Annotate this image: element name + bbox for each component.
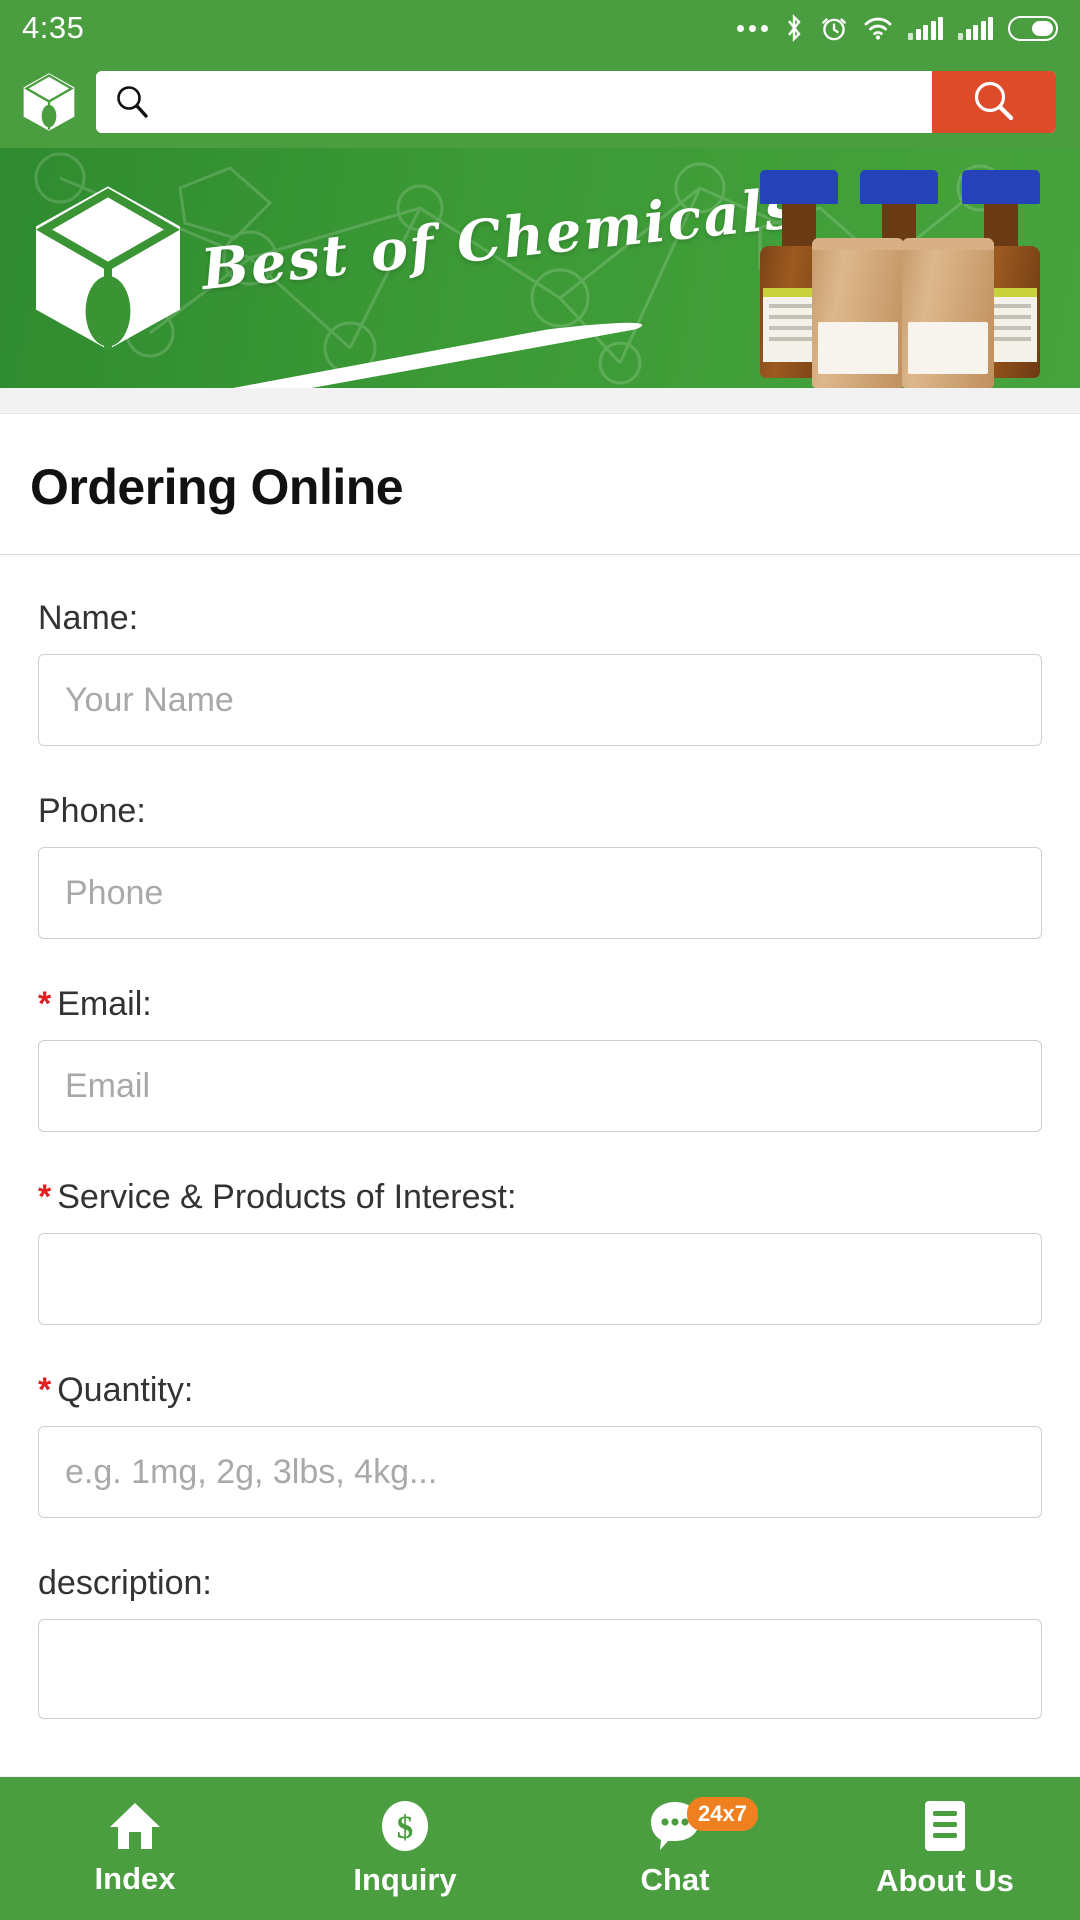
cube-droplet-logo [35, 186, 181, 350]
field-quantity: * Quantity: [38, 1371, 1042, 1518]
field-email: * Email: [38, 985, 1042, 1132]
search-bar[interactable] [96, 71, 1056, 133]
field-service-products: * Service & Products of Interest: [38, 1178, 1042, 1325]
field-phone: Phone: [38, 792, 1042, 939]
tab-chat[interactable]: 24x7 Chat [540, 1777, 810, 1920]
status-time: 4:35 [22, 10, 85, 45]
status-bar: 4:35 [0, 0, 1080, 56]
dollar-circle-icon: $ [382, 1800, 428, 1851]
label-phone: Phone: [38, 792, 146, 830]
tab-label: Inquiry [353, 1861, 457, 1897]
email-input[interactable] [38, 1040, 1042, 1132]
tab-inquiry[interactable]: $ Inquiry [270, 1777, 540, 1920]
description-input[interactable] [38, 1619, 1042, 1719]
app-screen: 4:35 Best of Chemicals Ordering Online N… [0, 0, 1080, 1920]
tab-about-us[interactable]: About Us [810, 1777, 1080, 1920]
field-name: Name: [38, 599, 1042, 746]
cube-droplet-logo[interactable] [18, 71, 80, 133]
tab-index[interactable]: Index [0, 1777, 270, 1920]
tab-label: Chat [640, 1861, 710, 1897]
tab-label: Index [94, 1860, 176, 1896]
signal-sim2-icon [958, 16, 993, 40]
quantity-input[interactable] [38, 1426, 1042, 1518]
signal-sim1-icon [908, 16, 943, 40]
search-button[interactable] [932, 71, 1056, 133]
battery-icon [1008, 15, 1058, 41]
bottom-navigation: Index $ Inquiry 24x7 Chat About Us [0, 1776, 1080, 1920]
app-header [0, 56, 1080, 148]
required-marker: * [38, 1371, 52, 1409]
alarm-icon [822, 18, 846, 41]
ordering-form: Name: Phone: *Email: *Service & Products… [0, 555, 1080, 1724]
field-description: description: [38, 1564, 1042, 1724]
tube-left [812, 238, 904, 388]
svg-text:$: $ [397, 1810, 414, 1846]
page-title: Ordering Online [0, 414, 1080, 555]
search-input[interactable] [96, 71, 932, 133]
more-dots-icon [737, 24, 768, 32]
service-products-input[interactable] [38, 1233, 1042, 1325]
phone-input[interactable] [38, 847, 1042, 939]
search-input-wrap[interactable] [96, 71, 932, 133]
promo-banner[interactable]: Best of Chemicals [0, 148, 1080, 388]
status-icons [737, 14, 1058, 42]
document-list-icon [925, 1800, 965, 1851]
tab-label: About Us [876, 1862, 1014, 1898]
name-input[interactable] [38, 654, 1042, 746]
tube-right [902, 238, 994, 388]
label-name: Name: [38, 599, 139, 637]
required-marker: * [38, 985, 52, 1023]
label-service-products: * Service & Products of Interest: [38, 1178, 517, 1216]
label-quantity: * Quantity: [38, 1371, 194, 1409]
section-divider [0, 388, 1080, 414]
label-description: description: [38, 1564, 212, 1602]
bluetooth-icon [788, 14, 801, 42]
required-marker: * [38, 1178, 52, 1216]
product-bottles-image [750, 160, 1070, 388]
wifi-icon [864, 17, 892, 40]
chat-badge: 24x7 [687, 1797, 758, 1831]
home-icon [110, 1802, 160, 1849]
main-content: Ordering Online Name: Phone: *Email: *Se… [0, 414, 1080, 1724]
search-icon [974, 81, 1014, 121]
label-email: * Email: [38, 985, 152, 1023]
search-icon [117, 86, 148, 118]
